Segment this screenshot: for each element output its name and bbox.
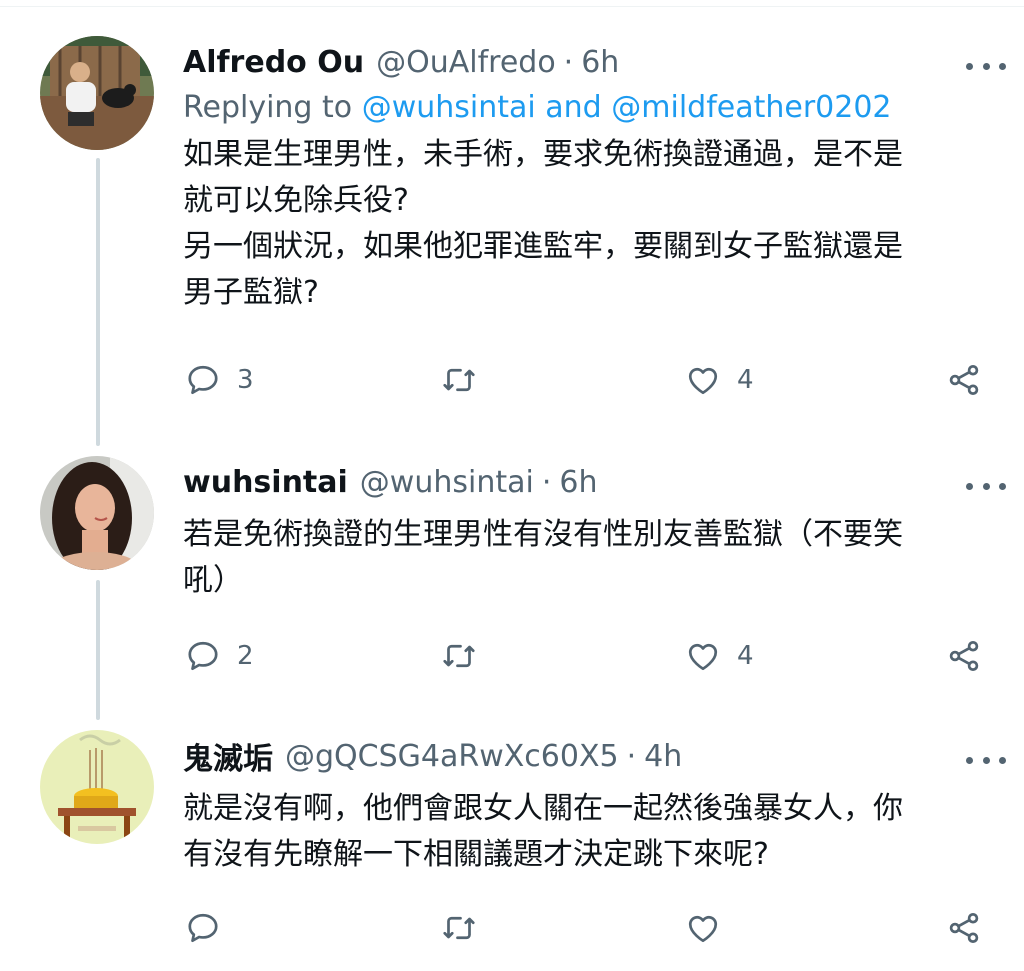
share-button[interactable] (946, 906, 982, 950)
reply-icon (188, 365, 218, 395)
display-name[interactable]: wuhsintai (183, 465, 348, 500)
user-handle[interactable]: @gQCSG4aRwXc60X5 (285, 739, 619, 774)
tweet-actions (183, 906, 983, 950)
mention-link[interactable]: @wuhsintai (362, 90, 536, 125)
tweet-text: 若是免術換證的生理男性有沒有性別友善監獄（不要笑 吼） (183, 512, 983, 604)
user-handle[interactable]: @OuAlfredo (376, 45, 556, 80)
tweet-text: 就是沒有啊，他們會跟女人關在一起然後強暴女人，你 有沒有先瞭解一下相關議題才決定… (183, 786, 983, 878)
reply-icon (188, 913, 218, 943)
reply-count: 2 (237, 641, 254, 671)
tweet-actions: 3 4 (183, 358, 983, 402)
tweet[interactable]: 鬼滅垢 @gQCSG4aRwXc60X5 · 4h 就是沒有啊，他們會跟女人關在… (0, 730, 1024, 971)
avatar[interactable] (40, 730, 154, 844)
more-icon[interactable] (966, 752, 1006, 768)
separator-dot: · (541, 464, 552, 500)
like-count: 4 (737, 365, 754, 395)
like-count: 4 (737, 641, 754, 671)
like-button[interactable]: 4 (685, 358, 754, 402)
tweet[interactable]: Alfredo Ou @OuAlfredo · 6h Replying to @… (0, 36, 1024, 446)
timestamp[interactable]: 6h (559, 465, 597, 500)
more-icon[interactable] (966, 58, 1006, 74)
timestamp[interactable]: 4h (644, 739, 682, 774)
more-icon[interactable] (966, 478, 1006, 494)
tweet-text-line: 男子監獄? (183, 275, 319, 310)
top-divider (0, 6, 1024, 7)
like-button[interactable] (685, 906, 737, 950)
avatar-photo (40, 730, 154, 844)
tweet-text-line: 如果是生理男性，未手術，要求免術換證通過，是不是 (183, 137, 903, 172)
share-icon (949, 365, 979, 395)
replying-to-label: Replying to (183, 90, 353, 125)
retweet-button[interactable] (441, 358, 493, 402)
tweet-text-line: 有沒有先瞭解一下相關議題才決定跳下來呢? (183, 837, 769, 872)
share-icon (949, 641, 979, 671)
mention-link[interactable]: @mildfeather0202 (611, 90, 891, 125)
share-button[interactable] (946, 358, 982, 402)
like-button[interactable]: 4 (685, 634, 754, 678)
tweet-text-line: 另一個狀況，如果他犯罪進監牢，要關到女子監獄還是 (183, 229, 903, 264)
reply-count: 3 (237, 365, 254, 395)
avatar[interactable] (40, 36, 154, 150)
share-button[interactable] (946, 634, 982, 678)
replying-to: Replying to @wuhsintai and @mildfeather0… (183, 84, 983, 132)
tweet-text-line: 若是免術換證的生理男性有沒有性別友善監獄（不要笑 (183, 517, 903, 552)
tweet-text-line: 吼） (183, 563, 243, 598)
reply-button[interactable] (185, 906, 237, 950)
retweet-icon (443, 368, 475, 392)
avatar[interactable] (40, 456, 154, 570)
display-name[interactable]: Alfredo Ou (183, 45, 364, 80)
display-name[interactable]: 鬼滅垢 (183, 734, 273, 778)
reply-button[interactable]: 2 (185, 634, 254, 678)
avatar-photo (40, 456, 154, 570)
reply-button[interactable]: 3 (185, 358, 254, 402)
tweet-actions: 2 4 (183, 634, 983, 678)
user-handle[interactable]: @wuhsintai (360, 465, 534, 500)
share-icon (949, 913, 979, 943)
separator-dot: · (626, 738, 637, 774)
replying-and[interactable]: and (545, 90, 601, 125)
tweet[interactable]: wuhsintai @wuhsintai · 6h 若是免術換證的生理男性有沒有… (0, 456, 1024, 720)
tweet-text-line: 就是沒有啊，他們會跟女人關在一起然後強暴女人，你 (183, 791, 903, 826)
retweet-icon (443, 916, 475, 940)
heart-icon (688, 367, 718, 395)
retweet-icon (443, 644, 475, 668)
heart-icon (688, 643, 718, 671)
tweet-text-line: 就可以免除兵役? (183, 183, 409, 218)
reply-icon (188, 641, 218, 671)
avatar-photo (40, 36, 154, 150)
separator-dot: · (563, 44, 574, 80)
retweet-button[interactable] (441, 634, 493, 678)
retweet-button[interactable] (441, 906, 493, 950)
tweet-text: 如果是生理男性，未手術，要求免術換證通過，是不是 就可以免除兵役? 另一個狀況，… (183, 132, 983, 316)
timestamp[interactable]: 6h (581, 45, 619, 80)
heart-icon (688, 915, 718, 943)
